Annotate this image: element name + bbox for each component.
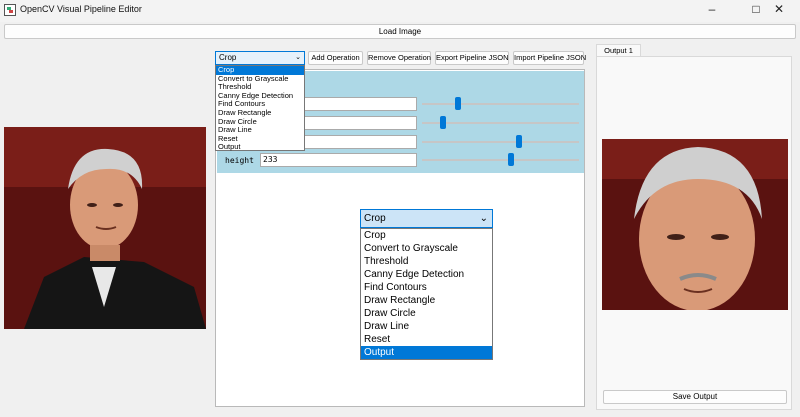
chevron-down-icon: ⌄ (479, 213, 488, 224)
height-slider[interactable] (422, 153, 579, 166)
minimize-icon[interactable]: – (690, 0, 734, 20)
input-image (4, 127, 206, 329)
step-option[interactable]: Convert to Grayscale (361, 242, 492, 255)
chevron-down-icon: ⌄ (295, 54, 301, 61)
slider-handle[interactable] (440, 116, 447, 129)
app-icon (4, 4, 16, 16)
step-option[interactable]: Canny Edge Detection (361, 268, 492, 281)
slider-handle[interactable] (455, 97, 462, 110)
output-image-graphic (602, 139, 788, 310)
remove-operation-button[interactable]: Remove Operation (367, 51, 431, 65)
export-pipeline-button[interactable]: Export Pipeline JSON (435, 51, 509, 65)
param-slider-3[interactable] (422, 135, 579, 148)
pipeline-step-value: Crop (364, 213, 386, 224)
slider-handle[interactable] (508, 153, 515, 166)
param-slider-2[interactable] (422, 116, 579, 129)
step-option[interactable]: Draw Rectangle (361, 294, 492, 307)
import-pipeline-button[interactable]: Import Pipeline JSON (513, 51, 586, 65)
step-option[interactable]: Reset (361, 333, 492, 346)
add-operation-button[interactable]: Add Operation (308, 51, 363, 65)
close-icon[interactable]: ✕ (758, 0, 800, 20)
pipeline-step-dropdown-list: Crop Convert to Grayscale Threshold Cann… (360, 228, 493, 360)
step-option[interactable]: Crop (361, 229, 492, 242)
window-title: OpenCV Visual Pipeline Editor (20, 4, 142, 14)
pipeline-step-select[interactable]: Crop ⌄ (360, 209, 493, 228)
operation-option[interactable]: Output (216, 143, 304, 152)
load-image-button[interactable]: Load Image (4, 24, 796, 39)
step-option[interactable]: Draw Circle (361, 307, 492, 320)
param-slider-1[interactable] (422, 97, 579, 110)
title-bar: OpenCV Visual Pipeline Editor – □ ✕ (0, 0, 800, 22)
step-option[interactable]: Threshold (361, 255, 492, 268)
save-output-button[interactable]: Save Output (603, 390, 787, 404)
operation-select-value: Crop (219, 53, 237, 62)
step-option[interactable]: Draw Line (361, 320, 492, 333)
slider-handle[interactable] (515, 135, 522, 148)
step-option[interactable]: Find Contours (361, 281, 492, 294)
step-option[interactable]: Output (361, 346, 492, 359)
output-image (602, 139, 788, 310)
input-image-graphic (4, 127, 206, 329)
height-label: height (225, 156, 254, 165)
height-input[interactable]: 233 (260, 153, 417, 167)
operation-dropdown-list: Crop Convert to Grayscale Threshold Cann… (215, 65, 305, 151)
operation-select[interactable]: Crop ⌄ (215, 51, 305, 65)
